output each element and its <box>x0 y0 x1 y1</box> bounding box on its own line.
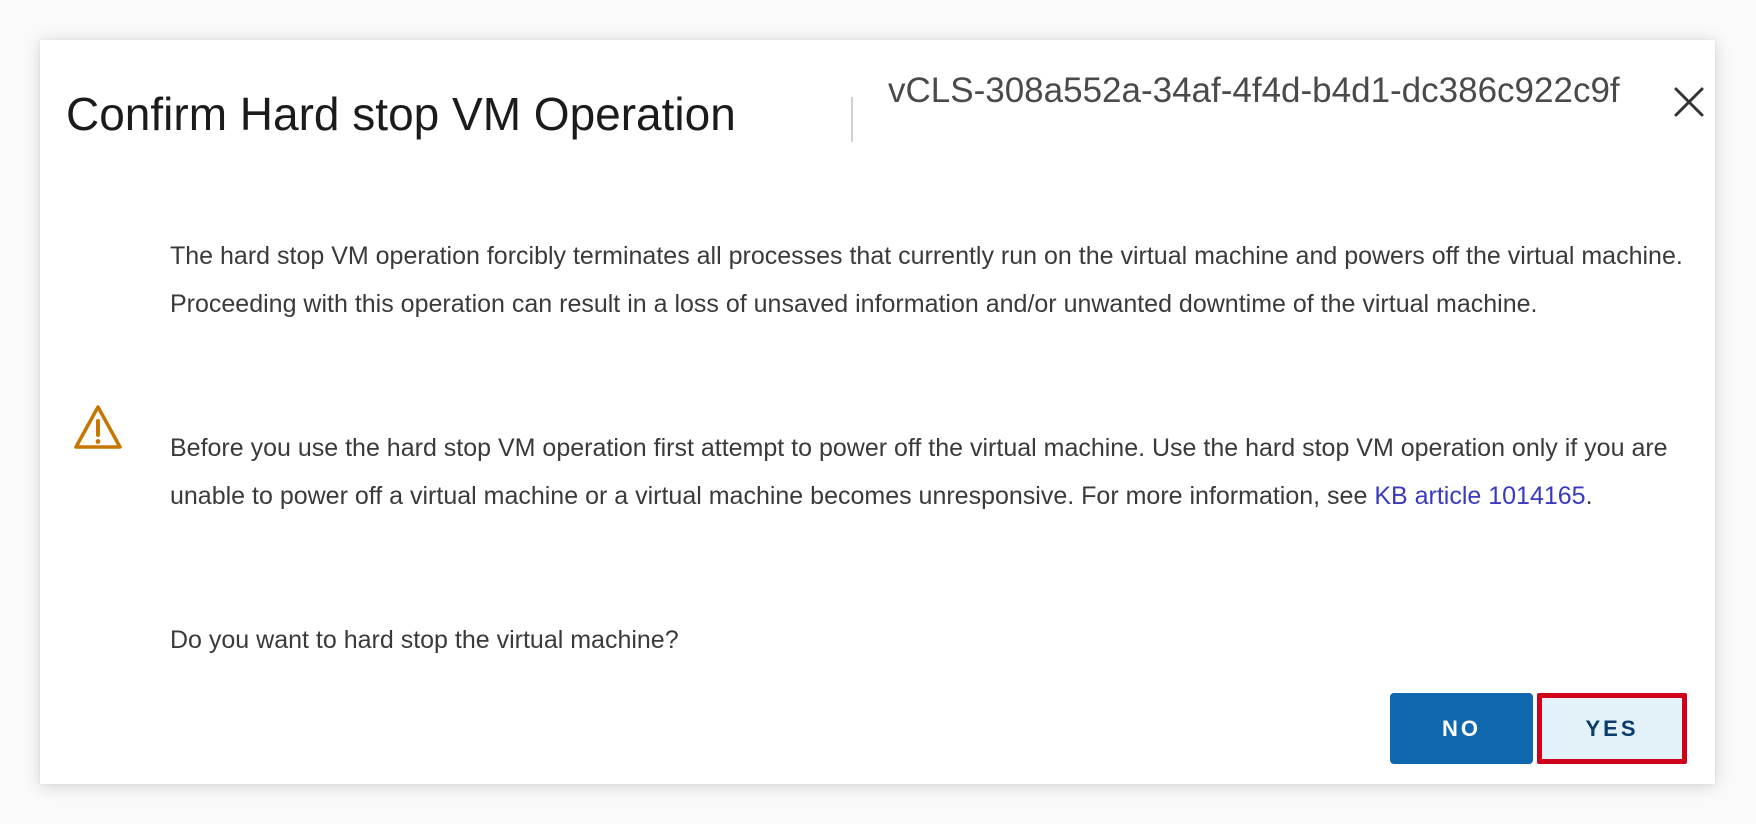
vm-name: vCLS-308a552a-34af-4f4d-b4d1-dc386c922c9… <box>888 71 1620 110</box>
dialog-title: Confirm Hard stop VM Operation <box>66 88 736 140</box>
dialog-header: Confirm Hard stop VM Operation vCLS-308a… <box>40 40 1715 200</box>
yes-button[interactable]: YES <box>1537 693 1687 764</box>
header-divider <box>851 97 853 142</box>
no-button[interactable]: NO <box>1390 693 1533 764</box>
description-text: The hard stop VM operation forcibly term… <box>170 242 1683 318</box>
close-icon <box>1674 87 1704 117</box>
close-button[interactable] <box>1665 78 1713 126</box>
kb-article-link[interactable]: KB article 1014165 <box>1374 482 1585 510</box>
confirmation-question: Do you want to hard stop the virtual mac… <box>170 626 679 654</box>
warning-text: Before you use the hard stop VM operatio… <box>170 424 1690 520</box>
warning-triangle-icon <box>74 405 122 449</box>
warning-text-end: . <box>1585 482 1593 510</box>
confirm-dialog: Confirm Hard stop VM Operation vCLS-308a… <box>40 40 1715 784</box>
